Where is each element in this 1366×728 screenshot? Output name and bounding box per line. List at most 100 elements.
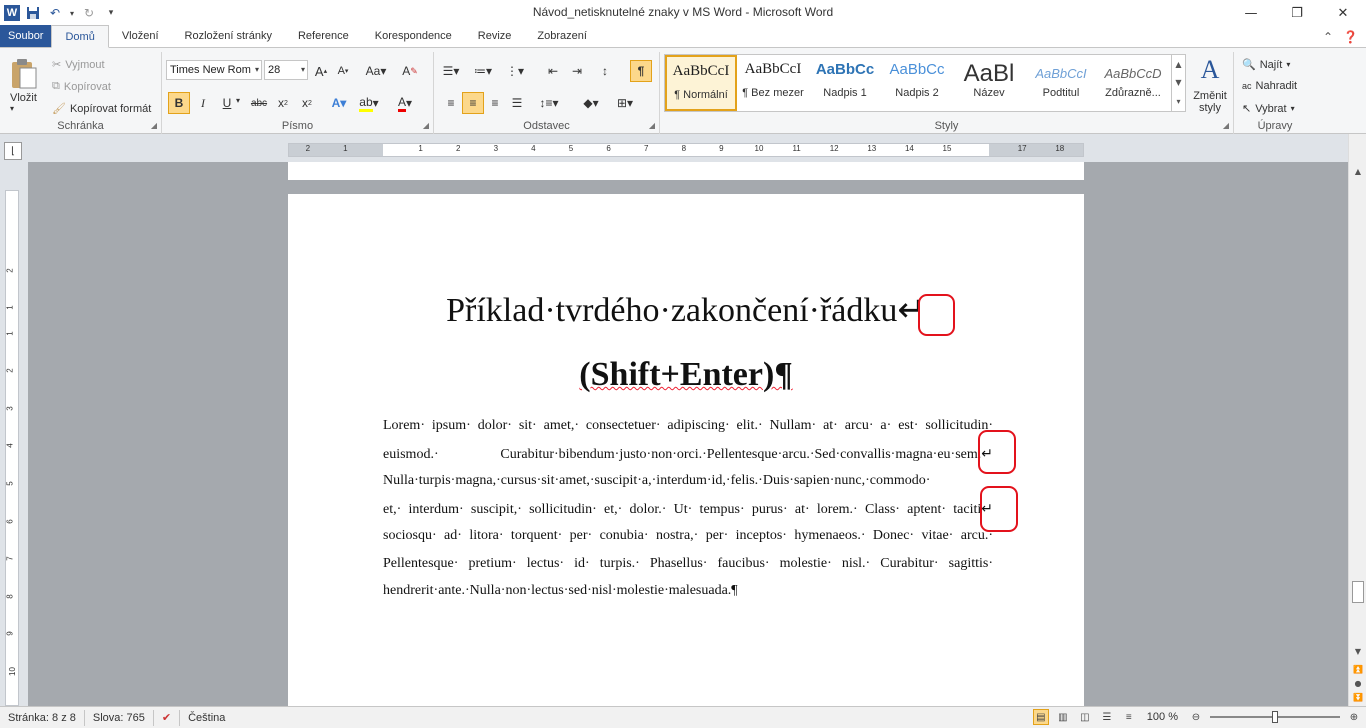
style-title[interactable]: AaBl Název bbox=[953, 55, 1025, 111]
style-heading-2[interactable]: AaBbCc Nadpis 2 bbox=[881, 55, 953, 111]
body-line[interactable]: Lorem· ipsum· dolor· sit· amet,· consect… bbox=[383, 418, 993, 434]
page-count[interactable]: Stránka: 8 z 8 bbox=[0, 709, 85, 726]
font-color-icon[interactable]: A ▾ bbox=[394, 92, 416, 114]
font-size-combo[interactable]: 28 ▾ bbox=[264, 60, 308, 80]
tab-review[interactable]: Revize bbox=[465, 25, 525, 47]
tab-mailings[interactable]: Korespondence bbox=[362, 25, 465, 47]
highlight-icon[interactable]: ab ▾ bbox=[358, 92, 380, 114]
browse-object-icon[interactable]: ● bbox=[1351, 676, 1365, 690]
minimize-ribbon-icon[interactable]: ⌃ bbox=[1323, 30, 1333, 44]
style-heading-1[interactable]: AaBbCc Nadpis 1 bbox=[809, 55, 881, 111]
minimize-icon[interactable]: — bbox=[1228, 0, 1274, 26]
document-page[interactable]: Příklad·tvrdého·zakončení·řádku↵ (Shift+… bbox=[288, 194, 1084, 706]
tab-references[interactable]: Reference bbox=[285, 25, 362, 47]
horizontal-ruler[interactable]: 2 1 1 2 3 4 5 6 7 8 9 10 11 12 13 14 15 17 18 bbox=[288, 143, 1084, 157]
undo-dropdown-icon[interactable]: ▾ bbox=[68, 4, 76, 22]
paste-icon[interactable] bbox=[6, 56, 42, 92]
find-button[interactable]: 🔍 Najít ▾ bbox=[1242, 58, 1290, 72]
tab-view[interactable]: Zobrazení bbox=[524, 25, 600, 47]
scroll-up-icon[interactable]: ▲ bbox=[1351, 164, 1365, 178]
justify-icon[interactable]: ☰ bbox=[506, 92, 528, 114]
bold-icon[interactable]: B bbox=[168, 92, 190, 114]
clipboard-launcher-icon[interactable]: ◢ bbox=[151, 121, 157, 130]
change-styles-icon[interactable]: A bbox=[1190, 54, 1230, 86]
replace-button[interactable]: ac Nahradit bbox=[1242, 80, 1297, 92]
zoom-in-icon[interactable]: ⊕ bbox=[1346, 709, 1362, 725]
full-screen-reading-icon[interactable]: ▥ bbox=[1055, 709, 1071, 725]
zoom-slider[interactable] bbox=[1210, 709, 1340, 725]
next-page-icon[interactable]: ⏬ bbox=[1351, 690, 1365, 704]
underline-icon[interactable]: U bbox=[216, 92, 238, 114]
chevron-up-icon[interactable]: ▲ bbox=[1175, 60, 1181, 69]
italic-icon[interactable]: I bbox=[192, 92, 214, 114]
decrease-indent-icon[interactable]: ⇤ bbox=[542, 60, 564, 82]
body-line[interactable]: Pellentesque· pretium· lectus· id· turpi… bbox=[383, 556, 993, 572]
bullets-icon[interactable]: ☰▾ bbox=[440, 60, 462, 82]
previous-page-icon[interactable]: ⏫ bbox=[1351, 662, 1365, 676]
subscript-icon[interactable]: x2 bbox=[272, 92, 294, 114]
help-icon[interactable]: ❓ bbox=[1343, 30, 1358, 44]
tab-file[interactable]: Soubor bbox=[0, 25, 52, 47]
body-line[interactable]: Nulla·turpis·magna,·cursus·sit·amet,·sus… bbox=[383, 473, 993, 489]
clear-formatting-icon[interactable]: A ✎ bbox=[398, 60, 422, 82]
sort-icon[interactable]: ↕ bbox=[594, 60, 616, 82]
format-painter-button[interactable]: 🖌 Kopírovat formát bbox=[52, 102, 151, 116]
align-right-icon[interactable]: ≡ bbox=[484, 92, 506, 114]
body-line[interactable]: et,· interdum· suscipit,· sollicitudin· … bbox=[383, 501, 993, 518]
heading-line-1[interactable]: Příklad·tvrdého·zakončení·řádku↵ bbox=[288, 290, 1084, 330]
close-icon[interactable]: ✕ bbox=[1320, 0, 1366, 26]
draft-icon[interactable]: ≡ bbox=[1121, 709, 1137, 725]
style-normal[interactable]: AaBbCcI ¶ Normální bbox=[665, 55, 737, 111]
change-case-icon[interactable]: Aa▾ bbox=[362, 60, 390, 82]
styles-launcher-icon[interactable]: ◢ bbox=[1223, 121, 1229, 130]
body-line[interactable]: euismod.· Curabitur·bibendum·justo·non·o… bbox=[383, 446, 993, 463]
text-effects-icon[interactable]: A▾ bbox=[328, 92, 350, 114]
align-center-icon[interactable]: ≡ bbox=[462, 92, 484, 114]
style-subtitle[interactable]: AaBbCcI Podtitul bbox=[1025, 55, 1097, 111]
proofing-icon[interactable]: ✔ bbox=[154, 709, 181, 726]
chevron-down-icon[interactable]: ▼ bbox=[1175, 78, 1181, 87]
style-emphasis[interactable]: AaBbCcD Zdůrazně... bbox=[1097, 55, 1169, 111]
vertical-ruler[interactable]: 2 1 1 2 3 4 5 6 7 8 9 10 bbox=[5, 190, 19, 706]
tab-home[interactable]: Domů bbox=[51, 25, 109, 48]
tab-page-layout[interactable]: Rozložení stránky bbox=[172, 25, 285, 47]
tab-stop-selector[interactable]: ⌊ bbox=[4, 142, 22, 160]
zoom-slider-knob[interactable] bbox=[1272, 711, 1278, 723]
strikethrough-icon[interactable]: abc bbox=[248, 92, 270, 114]
font-name-combo[interactable]: Times New Rom ▾ bbox=[166, 60, 262, 80]
tab-insert[interactable]: Vložení bbox=[109, 25, 172, 47]
word-logo-icon[interactable]: W bbox=[4, 5, 20, 21]
paragraph-launcher-icon[interactable]: ◢ bbox=[649, 121, 655, 130]
language-indicator[interactable]: Čeština bbox=[180, 710, 233, 726]
paste-dropdown-icon[interactable]: ▾ bbox=[10, 104, 14, 113]
undo-icon[interactable]: ↶ bbox=[46, 4, 64, 22]
styles-scroll[interactable]: ▲ ▼ ▾ bbox=[1171, 55, 1185, 111]
numbering-icon[interactable]: ≔▾ bbox=[472, 60, 494, 82]
word-count[interactable]: Slova: 765 bbox=[85, 709, 154, 726]
align-left-icon[interactable]: ≡ bbox=[440, 92, 462, 114]
shrink-font-icon[interactable]: A ▾ bbox=[332, 60, 354, 82]
multilevel-list-icon[interactable]: ⋮▾ bbox=[504, 60, 526, 82]
scroll-down-icon[interactable]: ▼ bbox=[1351, 644, 1365, 658]
line-spacing-icon[interactable]: ↕≡▾ bbox=[538, 92, 560, 114]
vertical-scrollbar[interactable]: ▲ ▼ ⏫ ● ⏬ bbox=[1348, 134, 1366, 706]
heading-line-2[interactable]: (Shift+Enter)¶ bbox=[288, 356, 1084, 394]
superscript-icon[interactable]: x2 bbox=[296, 92, 318, 114]
increase-indent-icon[interactable]: ⇥ bbox=[566, 60, 588, 82]
web-layout-icon[interactable]: ◫ bbox=[1077, 709, 1093, 725]
zoom-out-icon[interactable]: ⊖ bbox=[1188, 709, 1204, 725]
save-icon[interactable] bbox=[24, 4, 42, 22]
change-styles-button[interactable]: Změnit styly bbox=[1192, 90, 1228, 114]
grow-font-icon[interactable]: A ▴ bbox=[310, 60, 332, 82]
more-styles-icon[interactable]: ▾ bbox=[1176, 97, 1180, 106]
cut-button[interactable]: ✂ Vyjmout bbox=[52, 58, 105, 72]
redo-icon[interactable]: ↻ bbox=[80, 4, 98, 22]
body-line[interactable]: sociosqu· ad· litora· torquent· per· con… bbox=[383, 528, 993, 544]
scroll-thumb[interactable] bbox=[1352, 581, 1364, 603]
customize-qat-icon[interactable]: ▾ bbox=[102, 4, 120, 22]
underline-dropdown-icon[interactable]: ▾ bbox=[236, 96, 240, 105]
style-no-spacing[interactable]: AaBbCcI ¶ Bez mezer bbox=[737, 55, 809, 111]
show-formatting-marks-icon[interactable]: ¶ bbox=[630, 60, 652, 82]
shading-icon[interactable]: ◆▾ bbox=[580, 92, 602, 114]
outline-icon[interactable]: ☰ bbox=[1099, 709, 1115, 725]
